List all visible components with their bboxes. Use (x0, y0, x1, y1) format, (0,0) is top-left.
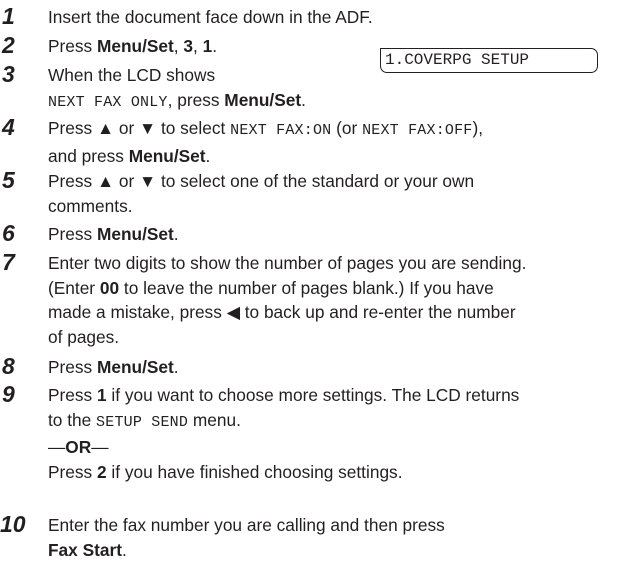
text-run: (Enter (48, 277, 100, 298)
key-label: Menu/Set (96, 357, 174, 377)
lcd-text: NEXT FAX:ON (230, 122, 332, 139)
text-run: and press (48, 145, 129, 166)
step-text: Press Menu/Set, 3, 1. (48, 34, 614, 59)
step-number: 1 (2, 3, 15, 29)
step-line: Press ▲ or ▼ to select NEXT FAX:ON (or N… (48, 116, 614, 144)
step-text: Press Menu/Set. (48, 222, 614, 247)
step-line: Fax Start. (48, 538, 614, 563)
text-run: When the LCD shows (48, 65, 216, 85)
step-text: Press ▲ or ▼ to select one of the standa… (48, 169, 614, 218)
step-line: comments. (48, 194, 614, 219)
text-run: comments. (48, 195, 133, 216)
step-number: 2 (2, 32, 15, 58)
step-line: Press 2 if you have finished choosing se… (48, 460, 614, 485)
key-label: OR (65, 437, 92, 457)
text-run: menu. (188, 409, 241, 430)
text-run: . (301, 89, 306, 110)
text-run: Press ▲ or ▼ to select one of the standa… (48, 171, 475, 191)
step-line: to the SETUP SEND menu. (48, 408, 614, 436)
text-run: Press (48, 385, 97, 405)
text-run: . (212, 36, 218, 56)
lcd-text: NEXT FAX:OFF (362, 122, 473, 139)
text-run: to leave the number of pages blank.) If … (119, 277, 494, 298)
key-label: Menu/Set (224, 89, 302, 110)
text-run: if you want to choose more settings. The… (106, 385, 520, 405)
step-line: —OR— (48, 435, 614, 460)
key-label: Fax Start (48, 539, 122, 560)
step-line: When the LCD shows (48, 63, 614, 88)
key-label: Menu/Set (128, 145, 206, 166)
text-run: , press (167, 89, 225, 110)
key-label: 1 (202, 36, 213, 56)
step-text: Enter two digits to show the number of p… (48, 251, 614, 349)
text-run: (or (331, 118, 363, 138)
text-run: , (193, 36, 203, 56)
lcd-text: SETUP SEND (96, 413, 189, 431)
step-number: 8 (2, 353, 15, 379)
key-label: Menu/Set (96, 36, 174, 56)
key-label: 3 (183, 36, 194, 56)
step-line: (Enter 00 to leave the number of pages b… (48, 276, 614, 301)
step-line: Insert the document face down in the ADF… (48, 5, 614, 30)
text-run: Press (48, 461, 97, 482)
step-line: and press Menu/Set. (48, 144, 614, 169)
key-label: 2 (96, 461, 107, 482)
step-number: 5 (2, 167, 15, 193)
text-run: . (205, 145, 211, 166)
key-label: 00 (99, 277, 120, 298)
text-run: — (48, 437, 66, 457)
step-number: 4 (2, 114, 15, 140)
step-line: Enter the fax number you are calling and… (48, 513, 614, 538)
step-text: Press ▲ or ▼ to select NEXT FAX:ON (or N… (48, 116, 614, 168)
lcd-text: NEXT FAX ONLY (48, 93, 168, 111)
step-line: Press Menu/Set. (48, 355, 614, 380)
text-run: Enter the fax number you are calling and… (48, 515, 445, 535)
text-run: Press (48, 357, 97, 377)
text-run: if you have finished choosing settings. (106, 461, 403, 482)
step-number: 3 (2, 61, 15, 87)
text-run: — (91, 437, 109, 457)
key-label: Menu/Set (96, 224, 174, 244)
step-text: Press Menu/Set. (48, 355, 614, 380)
text-run: Press (48, 36, 97, 56)
step-line: NEXT FAX ONLY, press Menu/Set. (48, 88, 614, 116)
step-number: 10 (0, 511, 26, 537)
step-line: Press 1 if you want to choose more setti… (48, 383, 614, 408)
text-run: , (478, 118, 484, 138)
text-run: . (173, 224, 179, 244)
step-line: Press Menu/Set, 3, 1. (48, 34, 614, 59)
step-text: When the LCD shows NEXT FAX ONLY, press M… (48, 63, 614, 115)
text-run: Insert the document face down in the ADF… (48, 7, 373, 27)
key-label: 1 (96, 385, 107, 405)
text-run: made a mistake, press ◀ to back up and r… (48, 302, 516, 322)
step-number: 7 (2, 249, 15, 275)
text-run: Press (48, 224, 97, 244)
step-line: of pages. (48, 325, 614, 350)
text-run: . (121, 539, 127, 560)
text-run: of pages. (48, 326, 120, 347)
text-run: to the (48, 409, 97, 430)
text-run: , (173, 36, 184, 56)
text-run: . (173, 357, 179, 377)
step-text: Enter the fax number you are calling and… (48, 513, 614, 562)
step-line: Press ▲ or ▼ to select one of the standa… (48, 169, 614, 194)
step-text: Insert the document face down in the ADF… (48, 5, 614, 30)
text-run: Enter two digits to show the number of p… (48, 253, 527, 273)
step-text: Press 1 if you want to choose more setti… (48, 383, 614, 484)
step-line: made a mistake, press ◀ to back up and r… (48, 300, 614, 325)
step-line: Enter two digits to show the number of p… (48, 251, 614, 276)
step-number: 9 (2, 381, 15, 407)
step-line: Press Menu/Set. (48, 222, 614, 247)
text-run: Press ▲ or ▼ to select (48, 118, 231, 138)
step-number: 6 (2, 220, 15, 246)
